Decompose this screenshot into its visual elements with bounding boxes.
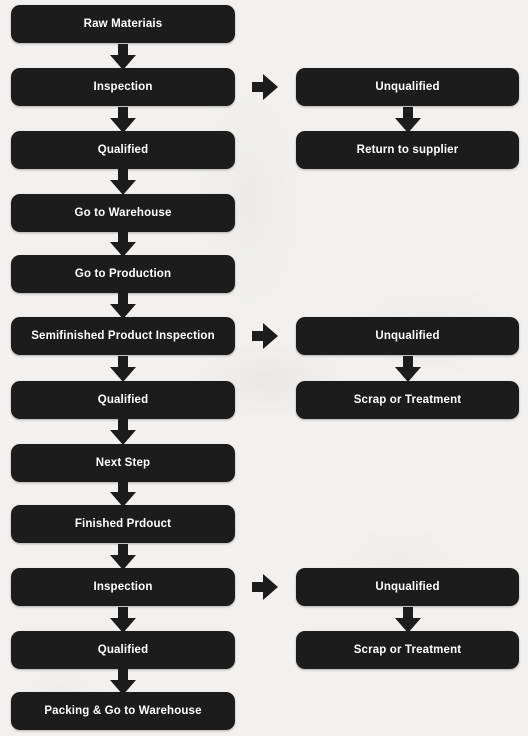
arrow-down-icon [110,481,136,507]
arrow-head [263,74,278,100]
arrow-down-icon [110,107,136,133]
arrow-down-icon [110,293,136,319]
arrow-head [110,492,136,507]
arrow-down-icon [110,669,136,695]
arrow-head [110,555,136,570]
arrow-right-icon [252,74,278,100]
node-inspection-1[interactable]: Inspection [11,68,235,106]
node-branch-1-unqualified[interactable]: Unqualified [296,68,519,106]
arrow-head [110,118,136,133]
arrow-right-icon [252,574,278,600]
node-label: Unqualified [375,580,440,593]
node-branch-2-unqualified[interactable]: Unqualified [296,317,519,355]
arrow-head [110,430,136,445]
node-inspection-2[interactable]: Inspection [11,568,235,606]
arrow-down-icon [395,607,421,633]
arrow-head [110,304,136,319]
arrow-down-icon [110,419,136,445]
node-qualified-3[interactable]: Qualified [11,631,235,669]
node-label: Next Step [95,456,151,469]
node-label: Inspection [93,80,153,93]
node-packing-go-to-warehouse[interactable]: Packing & Go to Warehouse [11,692,235,730]
node-label: Go to Production [74,267,172,280]
node-label: Finished Prdouct [74,517,172,530]
node-label: Qualified [97,643,149,656]
arrow-down-icon [110,44,136,70]
arrow-down-icon [395,356,421,382]
arrow-down-icon [110,607,136,633]
node-go-to-warehouse[interactable]: Go to Warehouse [11,194,235,232]
node-label: Unqualified [375,80,440,93]
node-label: Packing & Go to Warehouse [44,704,202,717]
arrow-head [110,618,136,633]
arrow-head [110,242,136,257]
node-finished-product[interactable]: Finished Prdouct [11,505,235,543]
arrow-head [395,618,421,633]
node-branch-3-unqualified[interactable]: Unqualified [296,568,519,606]
node-label: Go to Warehouse [74,206,172,219]
node-label: Scrap or Treatment [353,643,462,656]
flowchart-canvas: Raw Materiais Inspection Qualified Go to… [0,0,528,736]
arrow-down-icon [395,107,421,133]
arrow-head [110,680,136,695]
node-label: Raw Materiais [83,17,163,30]
node-semifinished-product-inspection[interactable]: Semifinished Product Inspection [11,317,235,355]
node-go-to-production[interactable]: Go to Production [11,255,235,293]
node-label: Qualified [97,393,149,406]
arrow-head [263,574,278,600]
arrow-head [395,118,421,133]
node-qualified-2[interactable]: Qualified [11,381,235,419]
node-next-step[interactable]: Next Step [11,444,235,482]
arrow-head [395,367,421,382]
node-label: Qualified [97,143,149,156]
node-label: Unqualified [375,329,440,342]
arrow-head [110,55,136,70]
node-branch-1-return-to-supplier[interactable]: Return to supplier [296,131,519,169]
arrow-head [110,180,136,195]
arrow-right-icon [252,323,278,349]
node-label: Return to supplier [356,143,459,156]
node-label: Inspection [93,580,153,593]
node-label: Semifinished Product Inspection [31,329,215,342]
arrow-down-icon [110,231,136,257]
node-qualified-1[interactable]: Qualified [11,131,235,169]
arrow-down-icon [110,356,136,382]
arrow-head [263,323,278,349]
node-label: Scrap or Treatment [353,393,462,406]
node-branch-3-scrap-or-treatment[interactable]: Scrap or Treatment [296,631,519,669]
node-branch-2-scrap-or-treatment[interactable]: Scrap or Treatment [296,381,519,419]
arrow-down-icon [110,169,136,195]
node-raw-materials[interactable]: Raw Materiais [11,5,235,43]
arrow-head [110,367,136,382]
arrow-down-icon [110,544,136,570]
